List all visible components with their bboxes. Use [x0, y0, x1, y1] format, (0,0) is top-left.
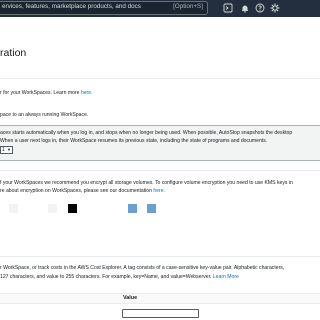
section-divider — [0, 78, 320, 79]
color-swatch[interactable] — [68, 204, 77, 213]
encryption-description-line2: re about encryption on WorkSpaces, pleas… — [0, 188, 165, 194]
notifications-icon[interactable] — [240, 3, 250, 13]
tag-value-input[interactable] — [122, 309, 199, 318]
color-swatch[interactable] — [48, 204, 57, 213]
page-title: ration — [0, 47, 27, 59]
tags-table-header: Value — [0, 293, 320, 304]
color-swatch[interactable] — [9, 204, 18, 213]
help-icon[interactable] — [255, 3, 265, 13]
chevron-down-icon: ▼ — [7, 147, 11, 152]
color-swatch[interactable] — [128, 204, 137, 213]
autostop-description-line1: aces starts automatically when you log i… — [0, 130, 293, 136]
tags-description-line1: r WorkSpace, or track costs in the AWS C… — [0, 265, 285, 271]
encryption-description-text: re about encryption on WorkSpaces, pleas… — [0, 188, 154, 194]
autostop-description-line2: When a user next logs in, their WorkSpac… — [0, 138, 268, 144]
settings-icon[interactable] — [270, 3, 280, 13]
section-description: r for your WorkSpaces. Learn more here. — [0, 90, 93, 96]
search-input[interactable]: ervices, features, marketplace products,… — [0, 1, 208, 15]
autostop-option-panel[interactable]: aces starts automatically when you log i… — [0, 125, 320, 161]
learn-more-link[interactable]: here. — [81, 90, 93, 96]
running-mode-description: pace to an always running WorkSpace. — [0, 112, 89, 118]
value-column-header: Value — [123, 295, 138, 301]
section-divider — [0, 256, 320, 257]
color-swatch[interactable] — [147, 204, 156, 213]
section-description-text: r for your WorkSpaces. Learn more — [0, 90, 81, 96]
search-placeholder: ervices, features, marketplace products,… — [2, 3, 141, 10]
search-shortcut-hint: [Option+S] — [173, 3, 203, 10]
tags-description-text: 127 characters, and value to 255 charact… — [0, 274, 213, 280]
autostop-hours-select[interactable]: 1 ▼ — [0, 146, 13, 154]
autostop-hours-value: 1 — [2, 147, 5, 153]
tags-learn-more-link[interactable]: Learn More — [213, 274, 239, 280]
section-divider — [0, 170, 320, 171]
cloudshell-icon[interactable] — [223, 3, 233, 13]
top-navigation-bar: ervices, features, marketplace products,… — [0, 0, 320, 17]
encryption-description-line1: f your WorkSpaces we recommend you encry… — [0, 180, 293, 186]
tags-description-line2: 127 characters, and value to 255 charact… — [0, 274, 239, 280]
encryption-docs-link[interactable]: here. — [153, 188, 165, 194]
